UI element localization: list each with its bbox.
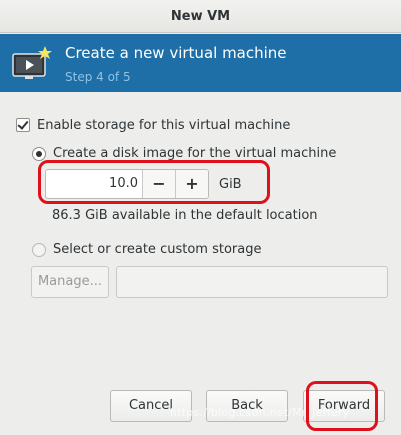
wizard-banner: Create a new virtual machine Step 4 of 5 <box>0 34 401 92</box>
create-disk-radio[interactable] <box>32 146 46 161</box>
create-disk-label: Create a disk image for the virtual mach… <box>53 146 337 161</box>
custom-storage-path-field[interactable] <box>116 266 388 298</box>
create-disk-radio-row[interactable]: Create a disk image for the virtual mach… <box>32 146 336 161</box>
window-title: New VM <box>0 0 401 33</box>
vm-monitor-star-icon <box>12 46 52 79</box>
watermark-text: https://blog.csdn.net/Mr_Jeffery <box>170 406 350 419</box>
custom-storage-radio[interactable] <box>32 242 46 257</box>
banner-step: Step 4 of 5 <box>65 70 131 84</box>
enable-storage-checkbox[interactable] <box>16 118 30 132</box>
enable-storage-checkbox-row[interactable]: Enable storage for this virtual machine <box>16 116 290 134</box>
banner-title: Create a new virtual machine <box>65 44 287 62</box>
disk-size-spinner: 10.0 − + GiB <box>45 168 263 200</box>
decrement-button[interactable]: − <box>142 170 175 198</box>
custom-storage-label: Select or create custom storage <box>53 242 262 257</box>
available-space-text: 86.3 GiB available in the default locati… <box>52 208 318 223</box>
enable-storage-label: Enable storage for this virtual machine <box>37 117 291 133</box>
custom-storage-radio-row[interactable]: Select or create custom storage <box>32 242 261 257</box>
disk-size-unit: GiB <box>219 176 242 192</box>
manage-button[interactable]: Manage... <box>31 266 109 298</box>
disk-size-input[interactable]: 10.0 <box>46 170 142 198</box>
increment-button[interactable]: + <box>175 170 208 198</box>
